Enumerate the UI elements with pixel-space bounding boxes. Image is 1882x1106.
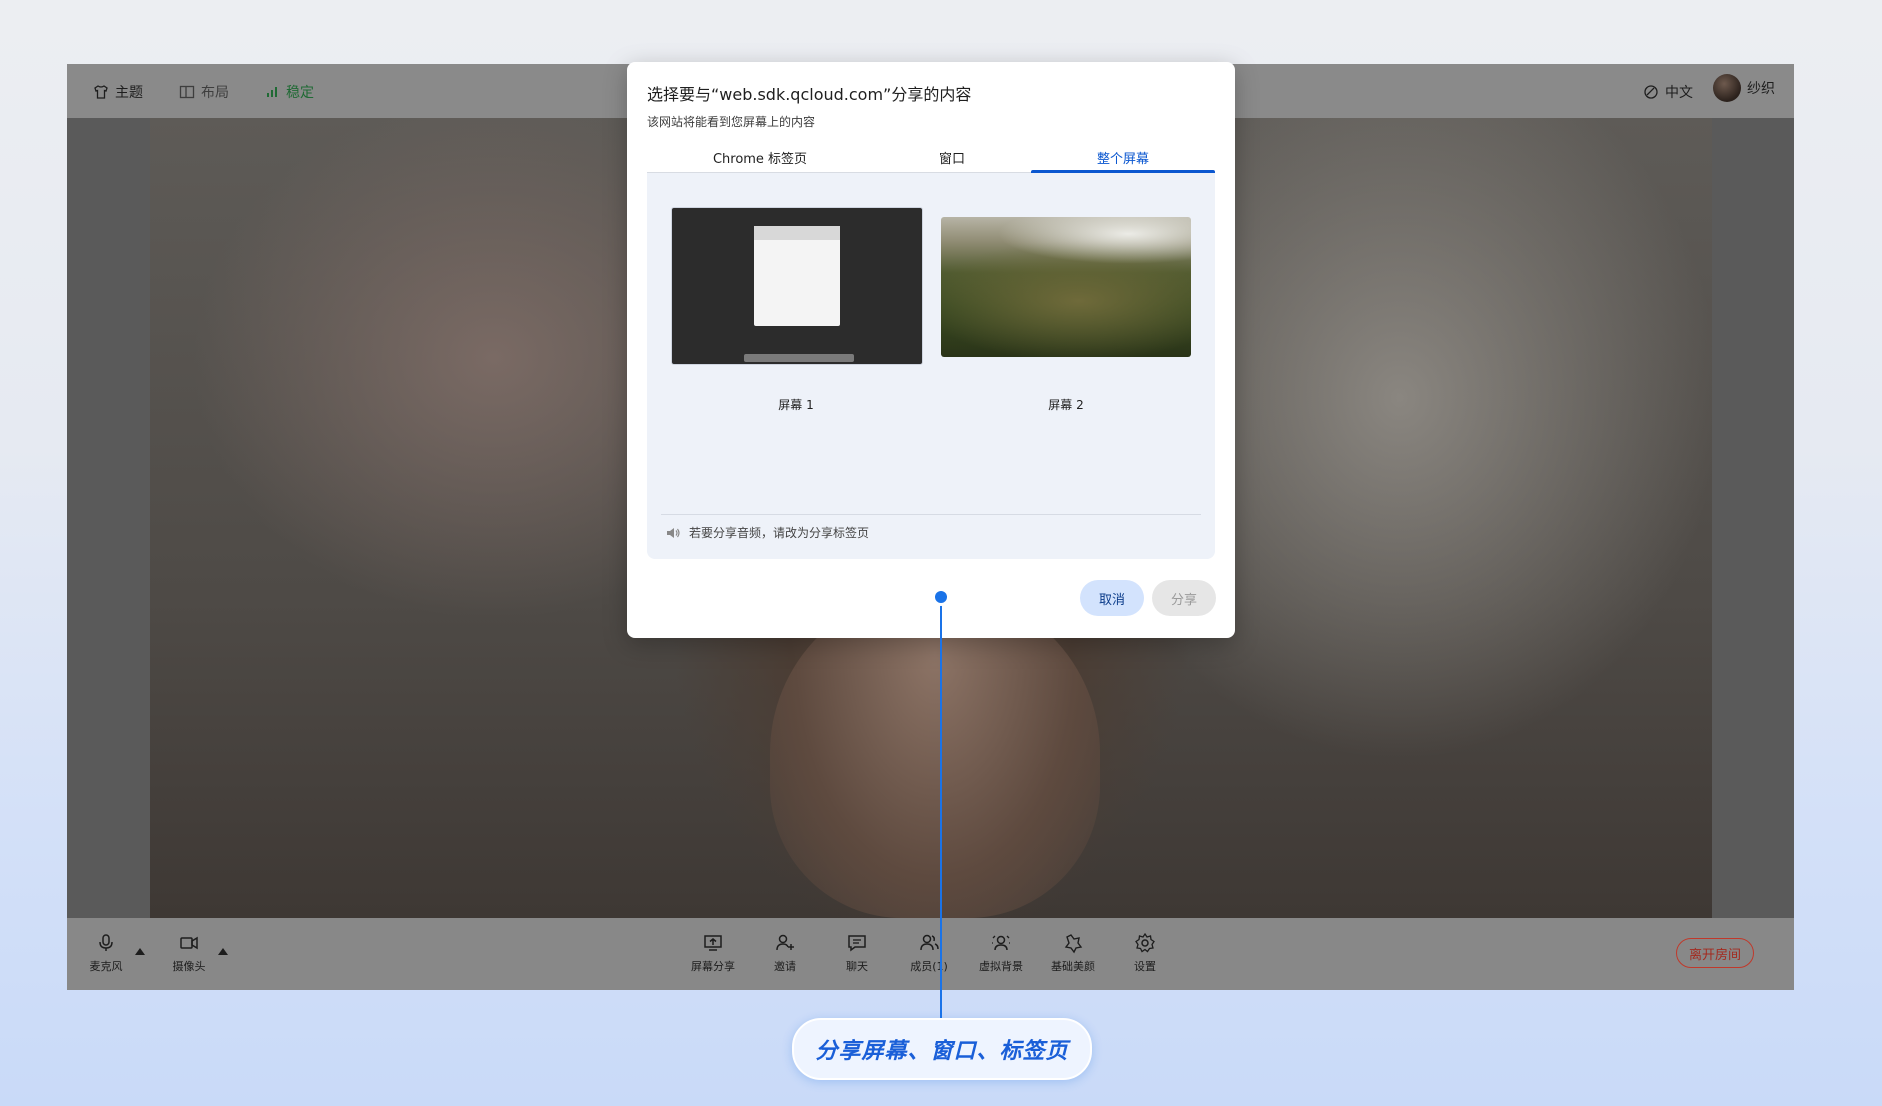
members-label: 成员(1) xyxy=(910,960,948,973)
control-bar: 麦克风 摄像头 屏幕分享 邀请 聊天 成员(1) 虚拟背景 基础美颜 设置 离开… xyxy=(67,918,1794,990)
language-switch[interactable]: 中文 xyxy=(1643,82,1693,102)
virtual-background-button[interactable]: 虚拟背景 xyxy=(973,932,1029,974)
microphone-button[interactable]: 麦克风 xyxy=(78,932,134,974)
language-icon xyxy=(1644,85,1658,99)
audio-note: 若要分享音频，请改为分享标签页 xyxy=(665,524,869,541)
user-profile[interactable]: 纱织 xyxy=(1713,74,1775,102)
screen-2-thumbnail[interactable] xyxy=(941,217,1191,357)
network-status: 稳定 xyxy=(264,82,314,102)
audio-note-text: 若要分享音频，请改为分享标签页 xyxy=(689,526,870,540)
invite-button[interactable]: 邀请 xyxy=(757,932,813,974)
share-source-tabs: Chrome 标签页 窗口 整个屏幕 xyxy=(647,144,1215,173)
invite-label: 邀请 xyxy=(774,960,796,973)
screen-share-button[interactable]: 屏幕分享 xyxy=(685,932,741,974)
network-status-label: 稳定 xyxy=(286,85,314,101)
camera-button[interactable]: 摄像头 xyxy=(161,932,217,974)
tab-chrome-tabs[interactable]: Chrome 标签页 xyxy=(647,148,873,167)
chat-icon xyxy=(848,935,866,952)
speaker-icon xyxy=(667,527,680,538)
layout-icon xyxy=(179,85,195,99)
camera-label: 摄像头 xyxy=(172,960,206,973)
layout-label: 布局 xyxy=(201,85,229,101)
screen-list: 屏幕 1 屏幕 2 若要分享音频，请改为分享标签页 xyxy=(647,173,1215,559)
members-button[interactable]: 成员(1) xyxy=(901,932,957,974)
screen-1-thumbnail[interactable] xyxy=(671,207,923,365)
camera-options-caret-icon[interactable] xyxy=(218,948,228,955)
dialog-title: 选择要与“web.sdk.qcloud.com”分享的内容 xyxy=(647,85,972,104)
username: 纱织 xyxy=(1747,81,1775,97)
share-button[interactable]: 分享 xyxy=(1152,580,1216,616)
gear-icon xyxy=(1135,932,1155,953)
language-label: 中文 xyxy=(1665,85,1693,101)
chat-button[interactable]: 聊天 xyxy=(829,932,885,974)
dialog-subtitle: 该网站将能看到您屏幕上的内容 xyxy=(647,115,816,129)
sparkle-face-icon xyxy=(1064,934,1083,954)
virtual-background-icon xyxy=(992,935,1010,951)
signal-icon xyxy=(267,87,277,97)
screen-share-label: 屏幕分享 xyxy=(691,960,735,973)
microphone-icon xyxy=(99,934,113,951)
share-picker-dialog: 选择要与“web.sdk.qcloud.com”分享的内容 该网站将能看到您屏幕… xyxy=(627,62,1235,638)
callout-label: 分享屏幕、窗口、标签页 xyxy=(792,1018,1092,1080)
thumbnail-dock xyxy=(744,354,854,362)
members-icon xyxy=(920,934,939,951)
add-user-icon xyxy=(776,934,794,951)
layout-button[interactable]: 布局 xyxy=(179,82,229,102)
microphone-label: 麦克风 xyxy=(89,960,123,973)
camera-icon xyxy=(180,936,198,950)
tab-entire-screen[interactable]: 整个屏幕 xyxy=(1031,148,1215,167)
chat-label: 聊天 xyxy=(846,960,868,973)
microphone-options-caret-icon[interactable] xyxy=(135,948,145,955)
screen-share-icon xyxy=(704,935,722,951)
thumbnail-window-bar xyxy=(754,226,840,240)
callout-dot xyxy=(935,591,947,603)
shirt-icon xyxy=(94,85,108,99)
callout-line xyxy=(940,596,942,1018)
avatar xyxy=(1713,74,1741,102)
beauty-button[interactable]: 基础美颜 xyxy=(1045,932,1101,974)
settings-label: 设置 xyxy=(1134,960,1156,973)
settings-button[interactable]: 设置 xyxy=(1117,932,1173,974)
divider xyxy=(661,514,1201,515)
virtual-background-label: 虚拟背景 xyxy=(979,960,1023,973)
thumbnail-window-preview xyxy=(754,226,840,326)
tab-window[interactable]: 窗口 xyxy=(873,148,1031,167)
screen-2-label: 屏幕 2 xyxy=(1048,398,1084,412)
cancel-button[interactable]: 取消 xyxy=(1080,580,1144,616)
theme-label: 主题 xyxy=(115,85,143,101)
screen-1-label: 屏幕 1 xyxy=(778,398,814,412)
beauty-label: 基础美颜 xyxy=(1051,960,1095,973)
theme-button[interactable]: 主题 xyxy=(93,82,143,102)
leave-room-button[interactable]: 离开房间 xyxy=(1675,938,1754,968)
